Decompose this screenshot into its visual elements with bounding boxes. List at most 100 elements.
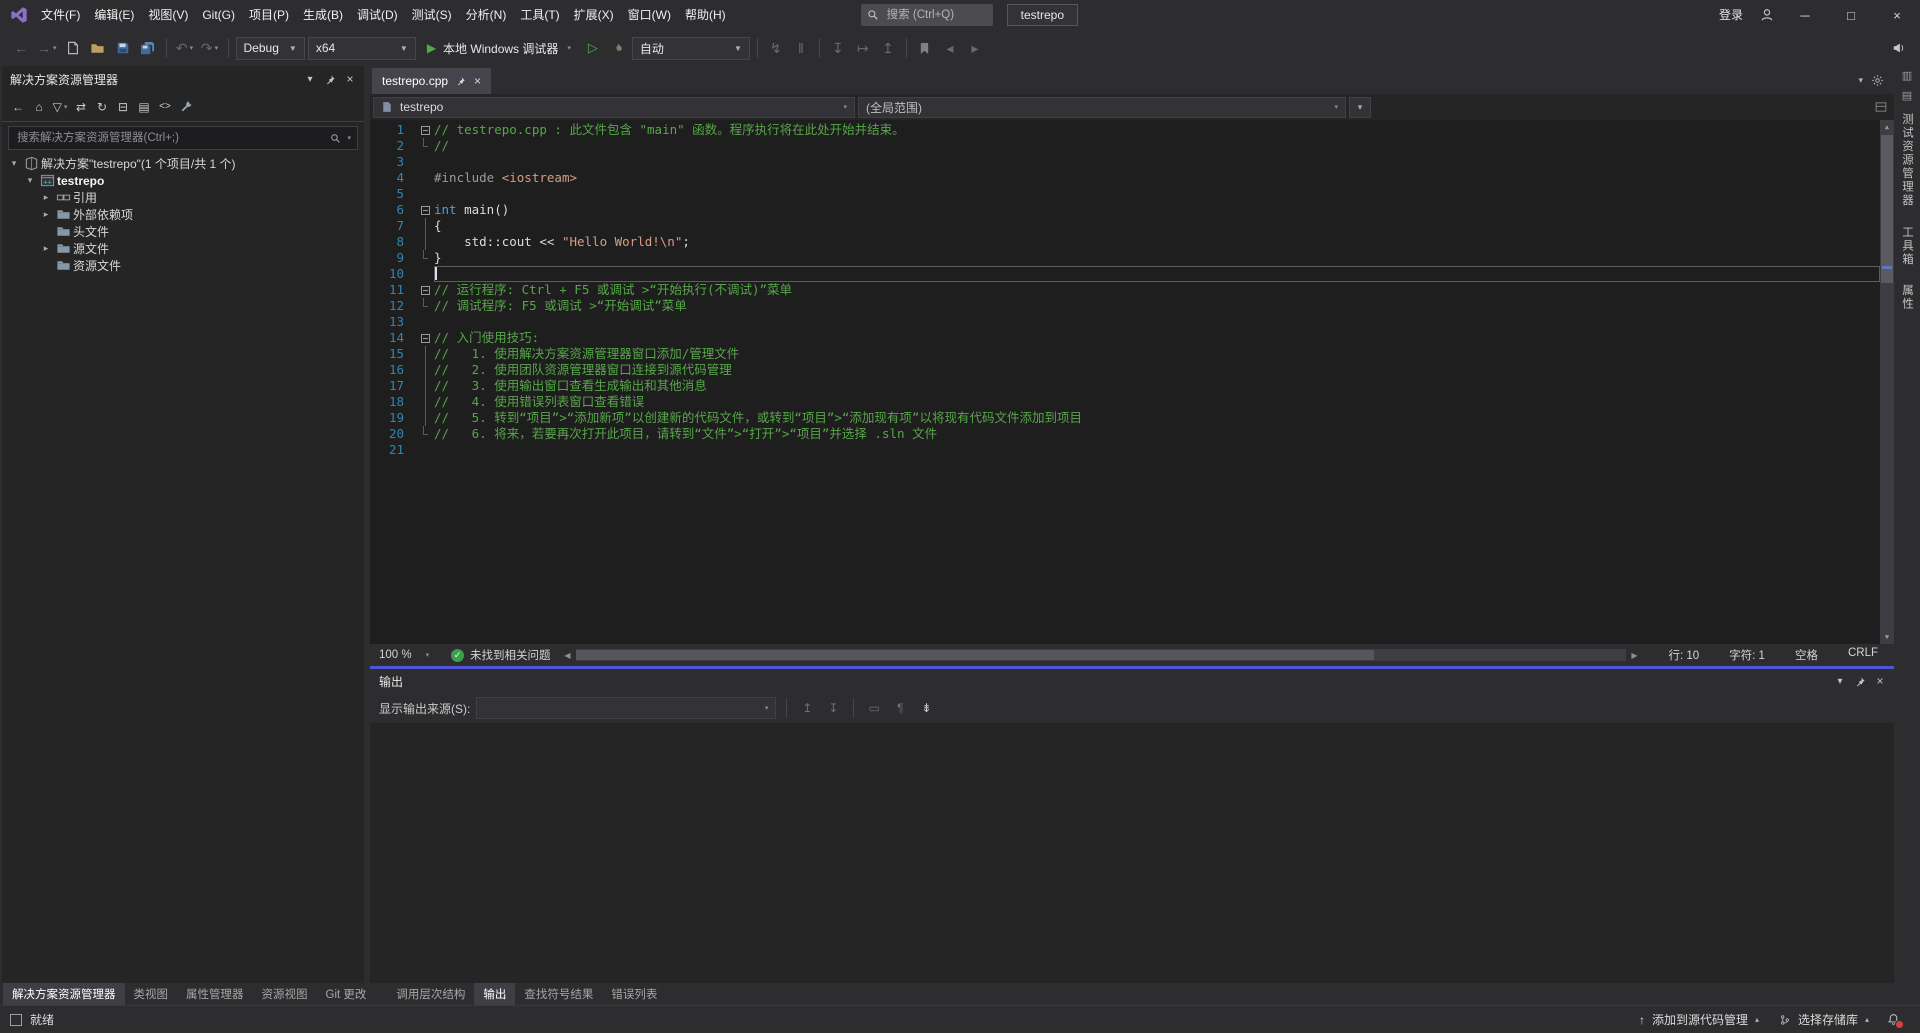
start-debugging-button[interactable]: ▶ 本地 Windows 调试器 ▾ [419,35,579,61]
select-repository-button[interactable]: 选择存储库 ▴ [1769,1006,1879,1033]
add-to-source-control-button[interactable]: ↑ 添加到源代码管理 ▴ [1629,1006,1769,1033]
fold-collapse-icon[interactable] [416,122,434,138]
view-code-icon[interactable]: <> [155,96,175,118]
goto-next-message-icon[interactable]: ↧ [823,698,843,718]
solution-search-box[interactable]: ▾ [8,126,358,150]
line-number[interactable]: 11 [370,282,416,298]
properties-wrench-icon[interactable] [176,96,196,118]
code-line-9[interactable]: 9} [370,250,1880,266]
panel-tab-call-hierarchy[interactable]: 调用层次结构 [387,983,474,1005]
menu-build[interactable]: 生成(B) [296,0,350,30]
window-menu-chevron-icon[interactable]: ▾ [300,69,320,89]
close-button[interactable]: × [1874,0,1920,30]
scroll-down-icon[interactable]: ▼ [1880,630,1894,644]
redo-icon[interactable]: ↷▾ [199,36,221,60]
back-icon[interactable]: ← [8,96,28,118]
quick-search-box[interactable] [861,4,993,26]
line-number[interactable]: 18 [370,394,416,410]
code-line-text[interactable]: // 1. 使用解决方案资源管理器窗口添加/管理文件 [434,346,1880,362]
line-number[interactable]: 15 [370,346,416,362]
solution-badge[interactable]: testrepo [1007,4,1078,26]
minimize-button[interactable]: ─ [1782,0,1828,30]
zoom-combo[interactable]: 100 % ▾ [370,644,442,666]
code-line-text[interactable] [434,154,1880,170]
platform-combo[interactable]: x64▼ [308,37,416,60]
feedback-icon[interactable] [1888,36,1910,60]
code-line-text[interactable]: // 6. 将来，若要再次打开此项目，请转到“文件”>“打开”>“项目”并选择 … [434,426,1880,442]
menu-analyze[interactable]: 分析(N) [459,0,514,30]
start-without-debugging-icon[interactable]: ▷ [582,36,604,60]
line-number[interactable]: 16 [370,362,416,378]
line-number[interactable]: 10 [370,266,416,282]
code-line-text[interactable]: // testrepo.cpp : 此文件包含 "main" 函数。程序执行将在… [434,122,1880,138]
code-line-12[interactable]: 12// 调试程序: F5 或调试 >“开始调试”菜单 [370,298,1880,314]
line-number[interactable]: 12 [370,298,416,314]
code-line-text[interactable] [434,266,1880,282]
chevron-down-icon[interactable]: ▾ [347,134,351,142]
horizontal-scrollbar-thumb[interactable] [576,650,1375,660]
code-line-11[interactable]: 11 // 运行程序: Ctrl + F5 或调试 >“开始执行(不调试)”菜单 [370,282,1880,298]
word-wrap-icon[interactable]: ¶ [890,698,910,718]
maximize-button[interactable]: □ [1828,0,1874,30]
code-lines[interactable]: 1// testrepo.cpp : 此文件包含 "main" 函数。程序执行将… [370,122,1880,458]
search-input[interactable] [885,8,987,22]
code-line-text[interactable]: // [434,138,1880,154]
code-editor[interactable]: 1// testrepo.cpp : 此文件包含 "main" 函数。程序执行将… [370,120,1894,644]
filter-icon[interactable]: ▽▾ [50,96,70,118]
output-source-combo[interactable]: ▾ [476,697,776,719]
fold-collapse-icon[interactable] [416,202,434,218]
goto-previous-message-icon[interactable]: ↥ [797,698,817,718]
code-line-text[interactable]: { [434,218,1880,234]
menu-test[interactable]: 测试(S) [405,0,459,30]
fold-collapse-icon[interactable] [416,282,434,298]
rail-tab-properties[interactable]: 属性 [1899,282,1915,313]
tool-tab-resource-view[interactable]: 资源视图 [253,983,317,1005]
scroll-right-icon[interactable]: ▶ [1626,651,1642,660]
rail-tab-toolbox[interactable]: 工具箱 [1899,224,1915,269]
window-menu-chevron-icon[interactable]: ▾ [1830,671,1850,691]
pin-icon[interactable] [456,76,466,86]
scroll-left-icon[interactable]: ◀ [560,651,576,660]
line-number[interactable]: 9 [370,250,416,266]
sign-in-button[interactable]: 登录 [1710,0,1752,30]
code-line-text[interactable]: } [434,250,1880,266]
attach-mode-combo[interactable]: 自动▼ [632,37,750,60]
member-dropdown-button[interactable]: ▾ [1349,97,1371,118]
line-number[interactable]: 8 [370,234,416,250]
output-content[interactable] [370,723,1894,983]
expander-icon[interactable]: ▸ [38,243,54,254]
line-number[interactable]: 7 [370,218,416,234]
code-line-text[interactable]: // 运行程序: Ctrl + F5 或调试 >“开始执行(不调试)”菜单 [434,282,1880,298]
panel-tab-find-symbol-results[interactable]: 查找符号结果 [515,983,602,1005]
window-layout-icon[interactable]: ▥ [1902,71,1912,82]
line-number[interactable]: 5 [370,186,416,202]
close-icon[interactable]: × [1870,671,1890,691]
document-tab[interactable]: testrepo.cpp × [372,68,491,94]
account-avatar-icon[interactable] [1752,0,1782,30]
step-over-icon[interactable]: ↦ [852,36,874,60]
next-bookmark-icon[interactable]: ▸ [964,36,986,60]
code-line-2[interactable]: 2// [370,138,1880,154]
menu-debug[interactable]: 调试(D) [350,0,405,30]
hot-reload-icon[interactable] [607,36,629,60]
menu-extensions[interactable]: 扩展(X) [567,0,621,30]
new-project-icon[interactable] [62,36,84,60]
show-all-files-icon[interactable]: ▤ [134,96,154,118]
line-number[interactable]: 21 [370,442,416,458]
collapse-all-icon[interactable]: ⊟ [113,96,133,118]
scrollbar-thumb[interactable] [1881,135,1893,283]
code-line-10[interactable]: 10 [370,266,1880,282]
tree-item-external-dependencies[interactable]: ▸外部依赖项 [2,206,364,223]
expander-icon[interactable]: ▾ [6,158,22,169]
menu-file[interactable]: 文件(F) [34,0,87,30]
save-icon[interactable] [112,36,134,60]
line-number[interactable]: 4 [370,170,416,186]
code-line-text[interactable]: // 4. 使用错误列表窗口查看错误 [434,394,1880,410]
code-line-6[interactable]: 6int main() [370,202,1880,218]
menu-git[interactable]: Git(G) [195,0,242,30]
window-options-gear-icon[interactable] [1871,74,1884,87]
code-line-1[interactable]: 1// testrepo.cpp : 此文件包含 "main" 函数。程序执行将… [370,122,1880,138]
tool-tab-git-changes[interactable]: Git 更改 [317,983,376,1005]
close-tab-icon[interactable]: × [474,75,481,87]
code-line-13[interactable]: 13 [370,314,1880,330]
